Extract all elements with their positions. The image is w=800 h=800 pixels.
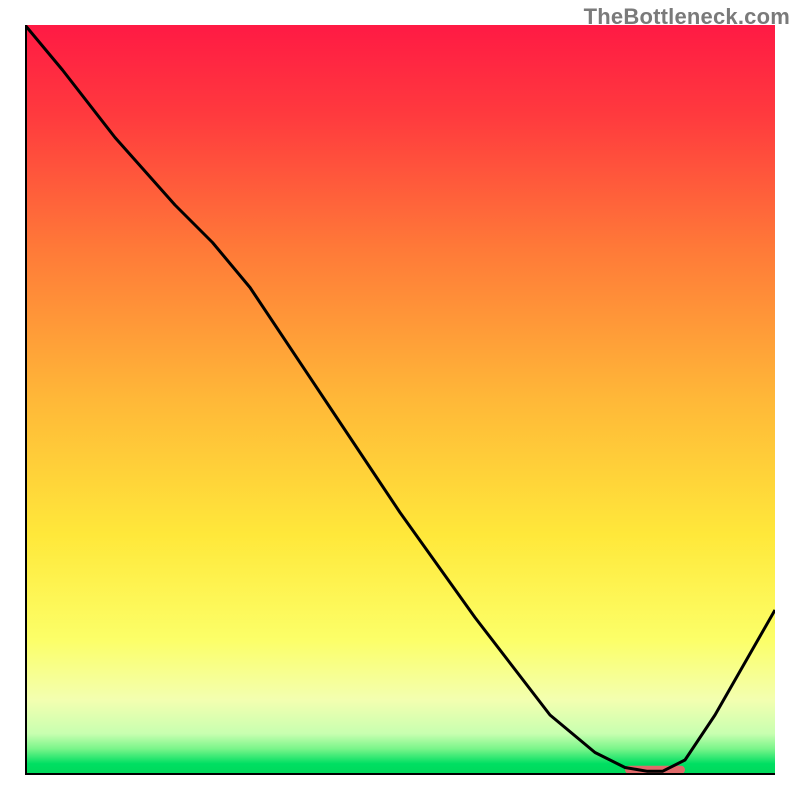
chart-plot: [25, 25, 775, 775]
chart-background: [25, 25, 775, 775]
chart-container: TheBottleneck.com: [0, 0, 800, 800]
chart-svg: [25, 25, 775, 775]
